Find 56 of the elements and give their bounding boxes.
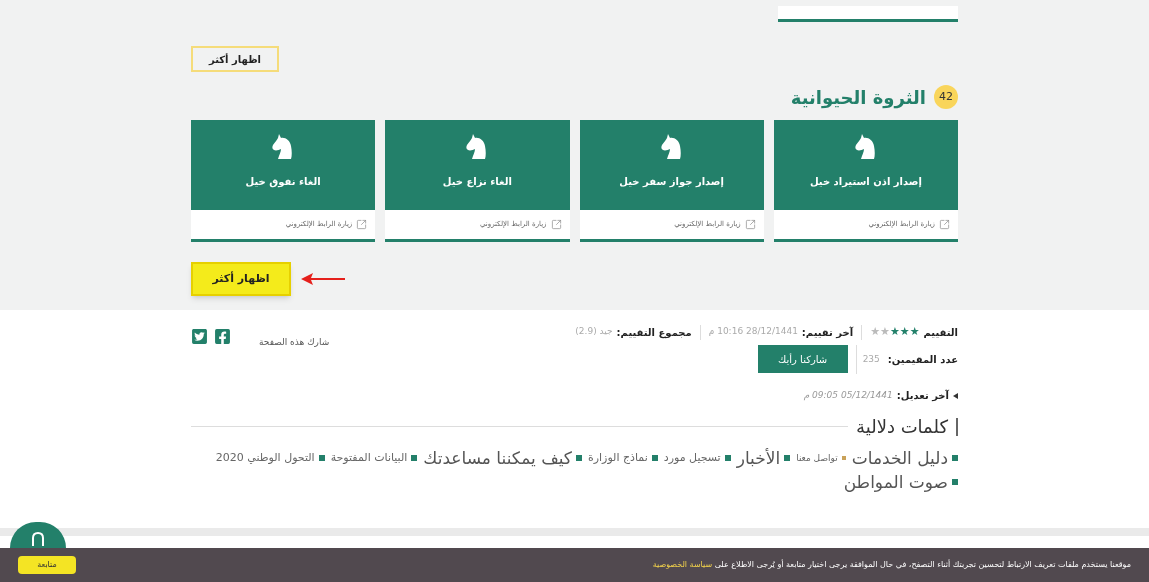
external-link-icon	[744, 219, 756, 230]
section-title: الثروة الحيوانية	[790, 85, 926, 111]
keywords-title: كلمات دلالية	[856, 415, 948, 439]
star-icon: ★	[909, 324, 920, 341]
star-icon: ★	[899, 324, 910, 341]
keyword-link[interactable]: نماذج الوزارة	[587, 446, 648, 470]
raters-count-label: عدد المقيمين:	[887, 352, 958, 367]
twitter-icon[interactable]	[191, 328, 208, 345]
keyword-link[interactable]: صوت المواطن	[843, 470, 948, 494]
star-icon: ★	[889, 324, 900, 341]
keyword-link[interactable]: كيف يمكننا مساعدتك	[423, 446, 572, 470]
keyword-link[interactable]: تسجيل مورد	[663, 446, 721, 470]
caret-icon	[953, 392, 958, 399]
share-opinion-button[interactable]: شاركنا رأيك	[757, 345, 848, 374]
star-icon: ★	[870, 324, 881, 341]
star-icon: ★	[880, 324, 890, 341]
service-title: إصدار اذن استيراد خيل	[809, 175, 922, 189]
rating-label: التقييم	[923, 325, 958, 340]
bullet-icon	[952, 455, 958, 461]
keyword-link[interactable]: دليل الخدمات	[851, 446, 948, 470]
last-rating-label: آخر تقييم:	[801, 325, 854, 340]
bullet-icon	[952, 479, 958, 485]
bullet-icon	[784, 455, 791, 461]
home-icon	[32, 532, 44, 546]
privacy-link[interactable]: سياسة الخصوصية	[652, 560, 713, 569]
external-link-icon	[356, 219, 368, 230]
last-rating-value: 28/12/1441 10:16 م	[708, 324, 798, 338]
last-modified-label: آخر تعديل:	[896, 388, 949, 403]
keyword-link[interactable]: الأخبار	[736, 446, 781, 470]
share-page-label: شارك هذه الصفحة	[259, 336, 330, 349]
bullet-icon	[651, 455, 658, 461]
total-rating-value: جيد (2.9)	[575, 324, 613, 338]
service-title: إصدار جواز سفر خيل	[619, 175, 724, 189]
keyword-link[interactable]: تواصل معنا	[796, 446, 838, 470]
arrow-icon	[301, 273, 345, 285]
service-title: الغاء نزاع خيل	[442, 175, 512, 189]
cookie-text: موقعنا يستخدم ملفات تعريف الارتباط لتحسين تجربتك أثناء التصفح، في حال الموافقة يرجى اختيار متابعة أو يُرجى الاطلاع على سياسة الخصوصية	[652, 559, 1131, 571]
count-badge: 42	[934, 85, 958, 109]
raters-count-value: 235	[855, 344, 880, 374]
continue-button[interactable]: متابعة	[18, 556, 76, 574]
total-rating-label: مجموع التقييم:	[616, 325, 692, 340]
facebook-icon[interactable]	[214, 328, 231, 345]
bullet-icon	[841, 456, 846, 460]
external-link-icon	[550, 219, 562, 230]
external-link-icon	[939, 219, 950, 230]
service-title: الغاء نفوق خيل	[245, 175, 321, 189]
show-more-button[interactable]: اظهار أكثر	[191, 46, 279, 72]
show-more-button[interactable]: اظهار أكثر	[191, 262, 291, 296]
last-modified-value: 05/12/1441 09:05 م	[803, 388, 893, 403]
keyword-link[interactable]: البيانات المفتوحة	[330, 446, 408, 470]
keyword-link[interactable]: التحول الوطني 2020	[215, 446, 315, 470]
bullet-icon	[411, 455, 418, 461]
bullet-icon	[318, 455, 325, 461]
home-button[interactable]	[10, 522, 66, 548]
bullet-icon	[724, 455, 731, 461]
bullet-icon	[575, 455, 582, 461]
